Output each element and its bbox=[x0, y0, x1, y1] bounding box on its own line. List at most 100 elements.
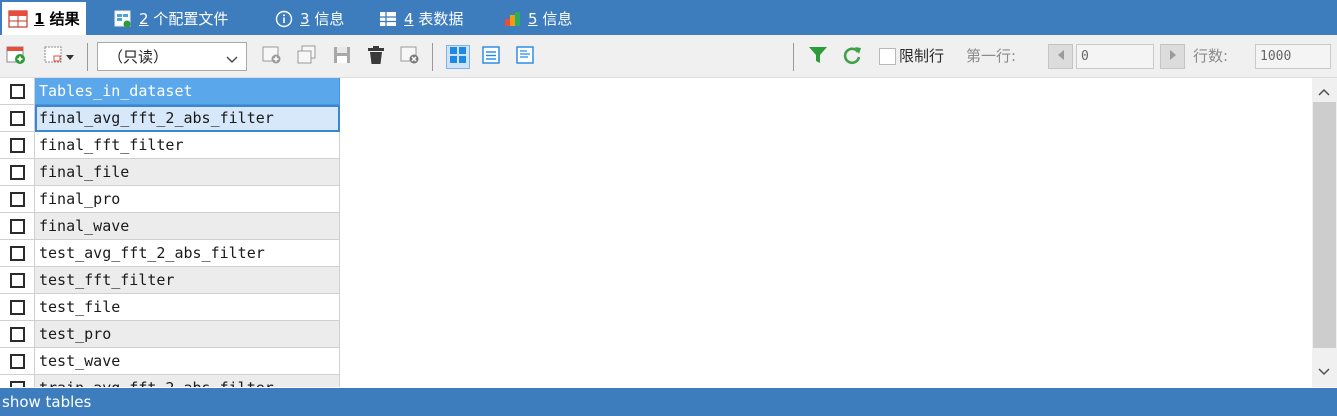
add-row-icon bbox=[5, 44, 27, 70]
cancel-changes-icon bbox=[399, 44, 421, 70]
row-checkbox[interactable] bbox=[9, 353, 25, 369]
table-cell[interactable]: test_avg_fft_2_abs_filter bbox=[35, 240, 340, 267]
table-row[interactable]: train_avg_fft_2_abs_filter bbox=[0, 375, 340, 387]
limit-rows-checkbox[interactable] bbox=[879, 48, 896, 65]
tab-info-label: 信息 bbox=[314, 10, 345, 28]
dropdown-arrow-icon bbox=[65, 50, 75, 65]
delete-row-button[interactable] bbox=[364, 45, 388, 69]
row-checkbox-cell[interactable] bbox=[0, 186, 35, 213]
grid-view-icon bbox=[43, 44, 65, 70]
tab-profile-label: 个配置文件 bbox=[153, 10, 229, 28]
readonly-select-value: （只读） bbox=[108, 48, 169, 66]
rows-count-input[interactable]: 1000 bbox=[1255, 44, 1331, 69]
triangle-right-icon bbox=[1168, 49, 1178, 65]
first-row-input[interactable]: 0 bbox=[1076, 44, 1154, 69]
info-icon bbox=[274, 10, 294, 28]
toolbar-separator bbox=[87, 43, 88, 71]
table-cell[interactable]: final_fft_filter bbox=[35, 132, 340, 159]
table-row[interactable]: test_wave bbox=[0, 348, 340, 375]
tab-table-data-label: 表数据 bbox=[418, 10, 464, 28]
refresh-icon bbox=[841, 44, 863, 70]
select-all-checkbox[interactable] bbox=[9, 83, 25, 99]
result-toolbar: （只读） 限制行 第一行: 0 行数: 1000 bbox=[0, 35, 1337, 78]
tab-info[interactable]: 3 信息 bbox=[268, 2, 350, 35]
select-all-cell[interactable] bbox=[0, 78, 35, 105]
tab-table-data[interactable]: 4 表数据 bbox=[372, 2, 469, 35]
row-checkbox[interactable] bbox=[9, 218, 25, 234]
vertical-scrollbar[interactable] bbox=[1312, 78, 1337, 387]
table-row[interactable]: final_avg_fft_2_abs_filter bbox=[0, 105, 340, 132]
row-checkbox-cell[interactable] bbox=[0, 159, 35, 186]
row-checkbox[interactable] bbox=[9, 299, 25, 315]
filter-funnel-icon bbox=[807, 44, 829, 70]
grid-header-row: Tables_in_dataset bbox=[0, 78, 340, 105]
form-view-button[interactable] bbox=[479, 45, 503, 69]
table-row[interactable]: test_fft_filter bbox=[0, 267, 340, 294]
toolbar-separator bbox=[432, 43, 433, 71]
tab-info-2[interactable]: 5 信息 bbox=[496, 2, 578, 35]
grid-layout-icon bbox=[448, 45, 468, 69]
table-cell[interactable]: test_pro bbox=[35, 321, 340, 348]
insert-row-button bbox=[260, 45, 284, 69]
result-grid: Tables_in_dataset final_avg_fft_2_abs_fi… bbox=[0, 78, 1312, 387]
row-checkbox-cell[interactable] bbox=[0, 294, 35, 321]
row-checkbox-cell[interactable] bbox=[0, 213, 35, 240]
row-checkbox[interactable] bbox=[9, 137, 25, 153]
tab-results[interactable]: 1 结果 bbox=[2, 2, 86, 35]
filter-button[interactable] bbox=[806, 45, 830, 69]
table-row[interactable]: final_wave bbox=[0, 213, 340, 240]
limit-rows-label: 限制行 bbox=[899, 47, 945, 65]
row-checkbox-cell[interactable] bbox=[0, 321, 35, 348]
chart-info-icon bbox=[502, 10, 522, 28]
row-checkbox-cell[interactable] bbox=[0, 240, 35, 267]
table-cell[interactable]: final_file bbox=[35, 159, 340, 186]
view-mode-dropdown-button[interactable] bbox=[38, 45, 80, 69]
table-row[interactable]: test_file bbox=[0, 294, 340, 321]
table-row[interactable]: test_avg_fft_2_abs_filter bbox=[0, 240, 340, 267]
chevron-up-icon[interactable] bbox=[1318, 85, 1330, 100]
toolbar-separator bbox=[793, 43, 794, 71]
row-checkbox[interactable] bbox=[9, 164, 25, 180]
tab-results-label: 结果 bbox=[49, 10, 80, 28]
result-grid-icon bbox=[8, 9, 28, 28]
text-view-button[interactable] bbox=[513, 45, 537, 69]
row-checkbox[interactable] bbox=[9, 245, 25, 261]
scrollbar-thumb[interactable] bbox=[1313, 102, 1336, 348]
table-cell[interactable]: test_file bbox=[35, 294, 340, 321]
row-checkbox[interactable] bbox=[9, 191, 25, 207]
row-checkbox-cell[interactable] bbox=[0, 375, 35, 387]
form-view-icon bbox=[481, 45, 501, 69]
column-header-tables-in-dataset[interactable]: Tables_in_dataset bbox=[35, 78, 340, 105]
table-cell[interactable]: final_avg_fft_2_abs_filter bbox=[35, 105, 340, 132]
duplicate-icon bbox=[296, 44, 318, 70]
table-cell[interactable]: test_wave bbox=[35, 348, 340, 375]
add-row-button[interactable] bbox=[4, 45, 28, 69]
table-cell[interactable]: final_pro bbox=[35, 186, 340, 213]
row-checkbox-cell[interactable] bbox=[0, 348, 35, 375]
rows-count-label: 行数: bbox=[1193, 47, 1229, 65]
row-checkbox-cell[interactable] bbox=[0, 267, 35, 294]
tab-info-2-label: 信息 bbox=[542, 10, 573, 28]
table-row[interactable]: final_fft_filter bbox=[0, 132, 340, 159]
table-cell[interactable]: train_avg_fft_2_abs_filter bbox=[35, 375, 340, 387]
table-row[interactable]: final_file bbox=[0, 159, 340, 186]
table-row[interactable]: final_pro bbox=[0, 186, 340, 213]
row-checkbox-cell[interactable] bbox=[0, 132, 35, 159]
prev-page-button[interactable] bbox=[1048, 44, 1073, 69]
grid-view-button[interactable] bbox=[446, 45, 470, 69]
next-page-button[interactable] bbox=[1160, 44, 1185, 69]
row-checkbox[interactable] bbox=[9, 110, 25, 126]
table-cell[interactable]: test_fft_filter bbox=[35, 267, 340, 294]
table-cell[interactable]: final_wave bbox=[35, 213, 340, 240]
refresh-button[interactable] bbox=[840, 45, 864, 69]
row-checkbox-cell[interactable] bbox=[0, 105, 35, 132]
readonly-select[interactable]: （只读） bbox=[97, 42, 247, 71]
result-tab-bar: 1 结果 2 个配置文件 3 信息 4 表数据 5 信息 bbox=[0, 0, 1337, 35]
row-checkbox[interactable] bbox=[9, 272, 25, 288]
chevron-down-icon[interactable] bbox=[1318, 365, 1330, 380]
row-checkbox[interactable] bbox=[9, 326, 25, 342]
table-row[interactable]: test_pro bbox=[0, 321, 340, 348]
tab-profile[interactable]: 2 个配置文件 bbox=[107, 2, 234, 35]
profile-icon bbox=[113, 10, 133, 28]
row-checkbox[interactable] bbox=[9, 380, 25, 387]
